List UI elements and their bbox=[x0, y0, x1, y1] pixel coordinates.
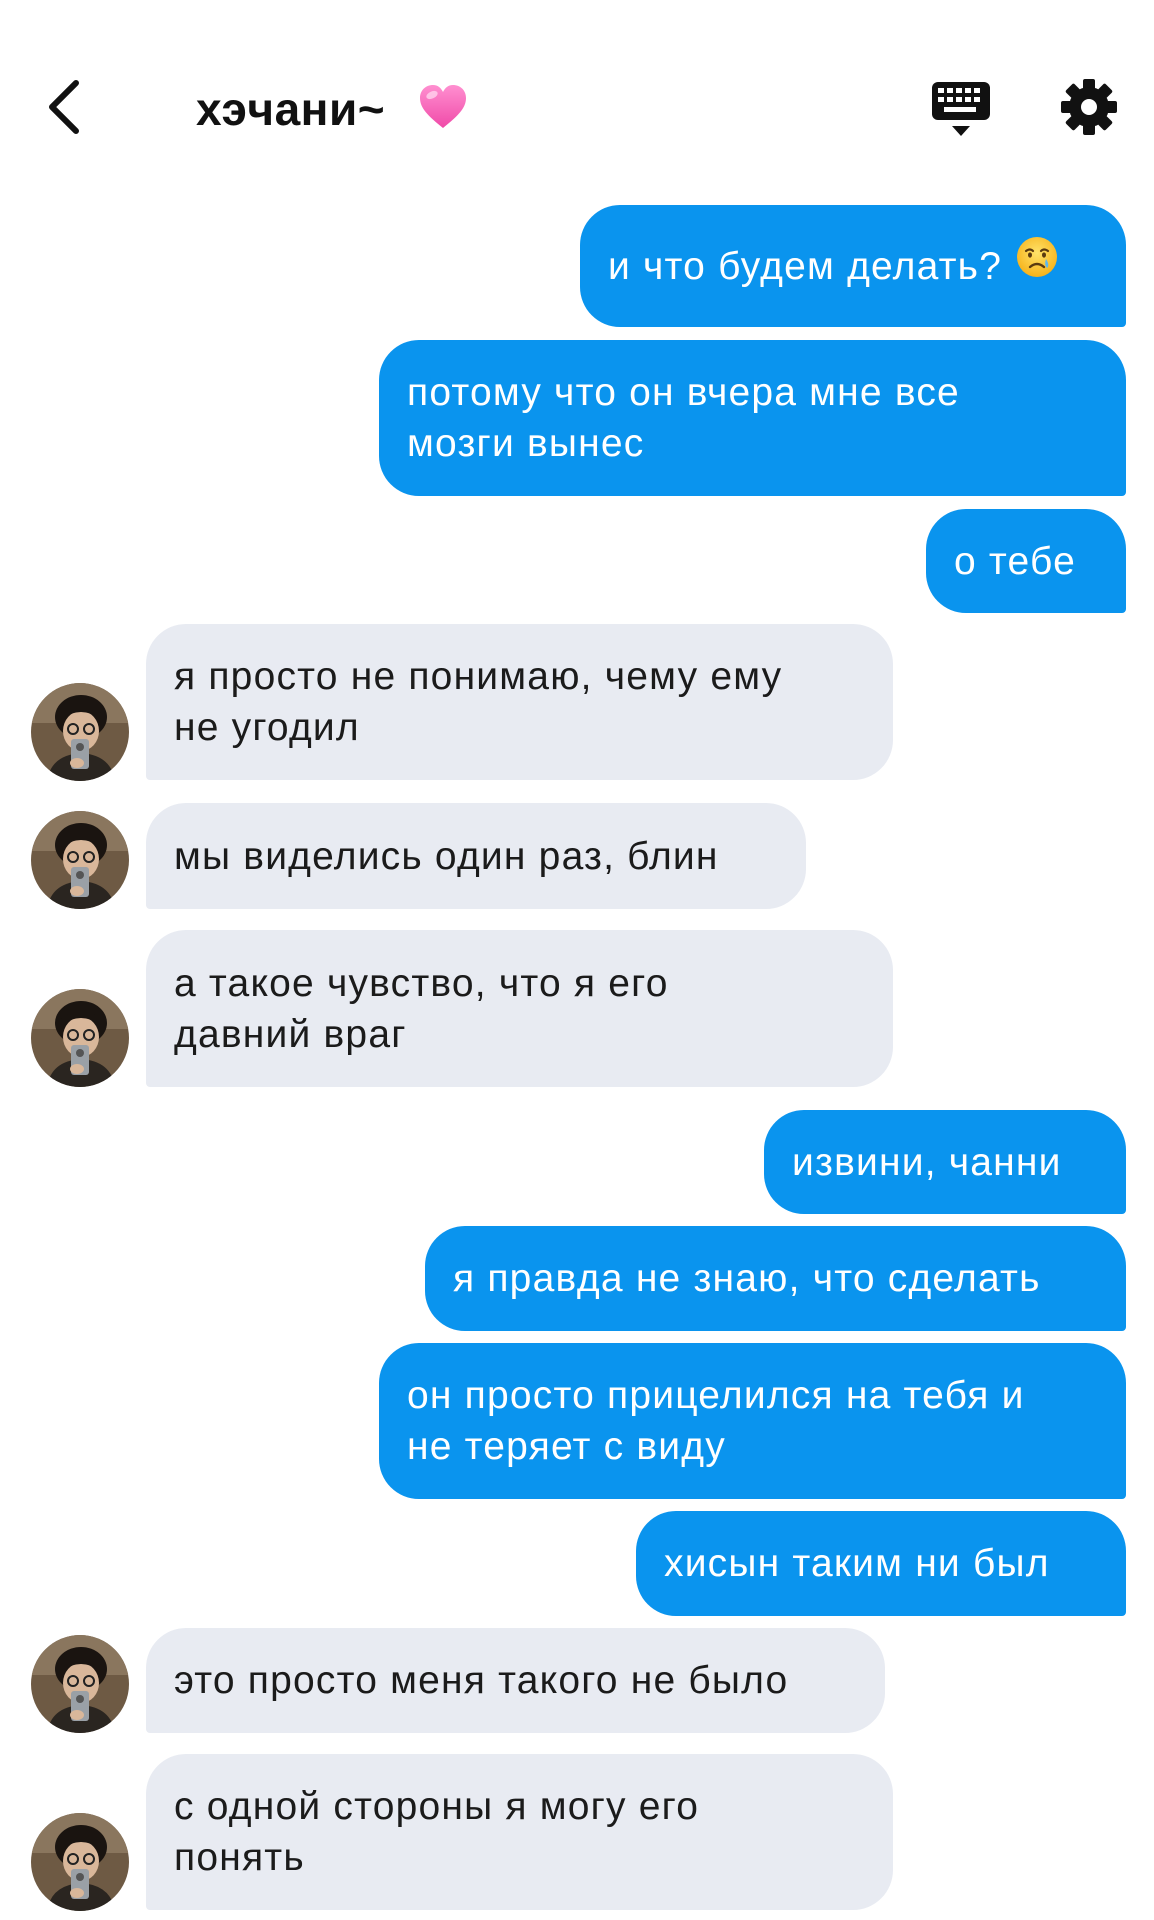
settings-button[interactable] bbox=[1058, 76, 1120, 138]
message-text: и что будем делать? bbox=[608, 244, 1003, 288]
message-text: потому что он вчера мне все мозги вынес bbox=[407, 371, 960, 465]
message-bubble-outgoing[interactable]: я правда не знаю, что сделать bbox=[425, 1226, 1126, 1331]
message-text: это просто меня такого не было bbox=[174, 1659, 789, 1702]
back-button[interactable] bbox=[34, 72, 94, 142]
chat-header: хэчани~ bbox=[0, 0, 1154, 200]
message-bubble-outgoing[interactable]: и что будем делать? bbox=[580, 205, 1126, 327]
message-bubble-outgoing[interactable]: о тебе bbox=[926, 509, 1126, 613]
contact-avatar[interactable] bbox=[31, 989, 129, 1087]
message-bubble-incoming[interactable]: мы виделись один раз, блин bbox=[146, 803, 806, 909]
message-text: а такое чувство, что я его давний враг bbox=[174, 961, 669, 1056]
crying-face-icon bbox=[1016, 236, 1058, 291]
pink-heart-icon bbox=[418, 84, 468, 135]
message-text: мы виделись один раз, блин bbox=[174, 834, 719, 878]
message-text: я правда не знаю, что сделать bbox=[453, 1257, 1041, 1300]
message-bubble-incoming[interactable]: я просто не понимаю, чему ему не угодил bbox=[146, 624, 893, 780]
message-bubble-outgoing[interactable]: он просто прицелился на тебя и не теряет… bbox=[379, 1343, 1126, 1499]
contact-avatar[interactable] bbox=[31, 811, 129, 909]
message-text: хисын таким ни был bbox=[664, 1542, 1050, 1585]
message-text: он просто прицелился на тебя и не теряет… bbox=[407, 1374, 1025, 1468]
message-text: извини, чанни bbox=[792, 1140, 1062, 1184]
message-bubble-outgoing[interactable]: извини, чанни bbox=[764, 1110, 1126, 1214]
contact-avatar[interactable] bbox=[31, 1635, 129, 1733]
gear-icon bbox=[1061, 79, 1117, 135]
message-bubble-incoming[interactable]: а такое чувство, что я его давний враг bbox=[146, 930, 893, 1087]
contact-avatar[interactable] bbox=[31, 683, 129, 781]
chevron-left-icon bbox=[49, 80, 79, 134]
keyboard-icon bbox=[932, 82, 990, 136]
message-text: с одной стороны я могу его понять bbox=[174, 1785, 700, 1879]
message-bubble-incoming[interactable]: это просто меня такого не было bbox=[146, 1628, 885, 1733]
message-text: я просто не понимаю, чему ему не угодил bbox=[174, 655, 783, 749]
message-bubble-incoming[interactable]: с одной стороны я могу его понять bbox=[146, 1754, 893, 1910]
contact-avatar[interactable] bbox=[31, 1813, 129, 1911]
keyboard-button[interactable] bbox=[930, 78, 992, 140]
message-text: о тебе bbox=[954, 539, 1076, 583]
message-bubble-outgoing[interactable]: потому что он вчера мне все мозги вынес bbox=[379, 340, 1126, 496]
chat-title: хэчани~ bbox=[196, 83, 386, 135]
message-bubble-outgoing[interactable]: хисын таким ни был bbox=[636, 1511, 1126, 1616]
